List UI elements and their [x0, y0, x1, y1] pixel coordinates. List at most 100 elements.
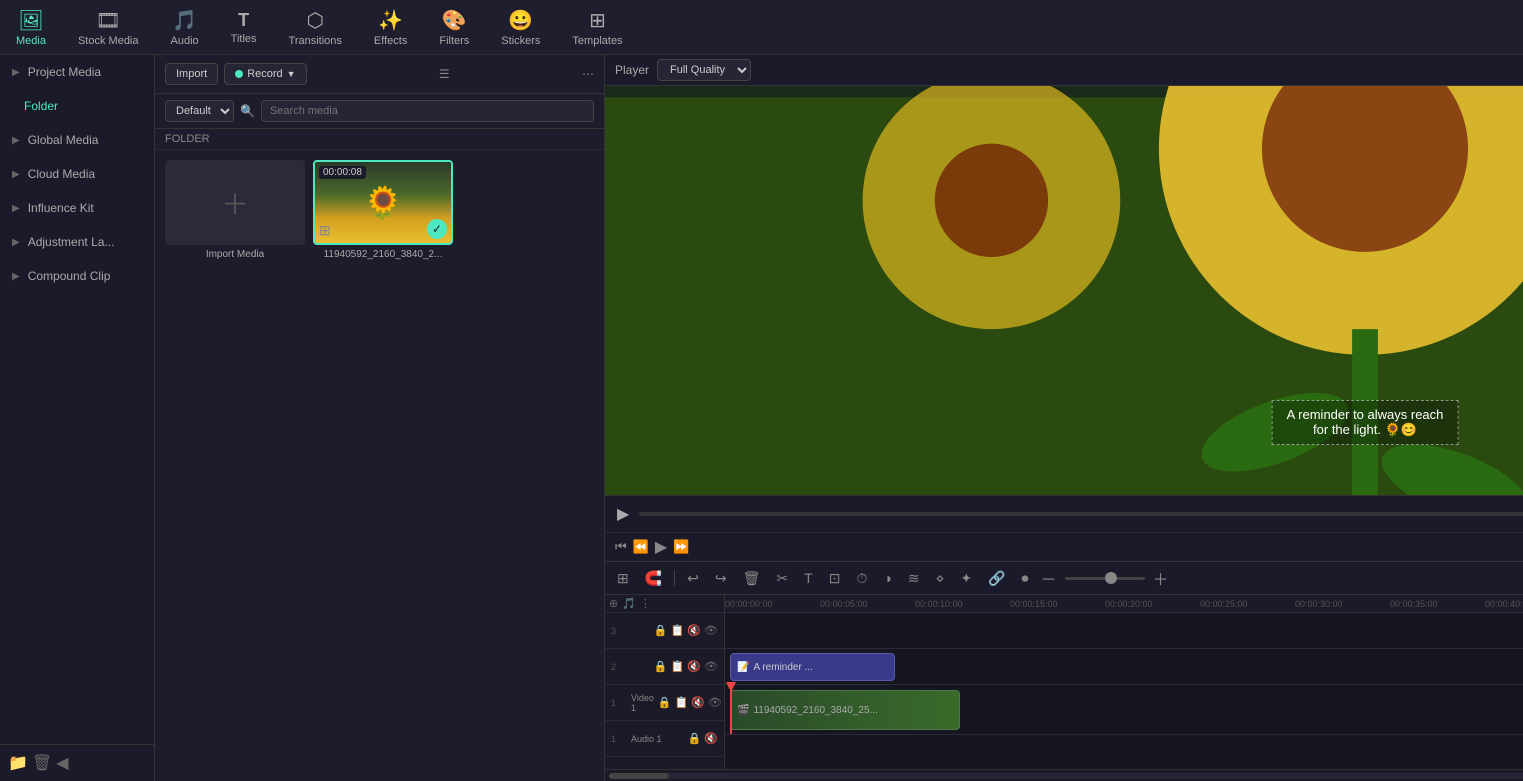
search-icon: 🔍 — [240, 104, 255, 118]
tl-kf-btn[interactable]: ⋄ — [932, 568, 949, 589]
import-media-item[interactable]: ＋ Import Media — [165, 160, 305, 260]
toolbar-stickers-label: Stickers — [501, 35, 540, 47]
track-row-audio1[interactable] — [725, 735, 1523, 769]
video-clip[interactable]: 🎬 11940592_2160_3840_25... — [730, 690, 960, 730]
play-btn2[interactable]: ▶ — [655, 537, 667, 557]
eye-icon-3[interactable]: 👁 — [704, 624, 718, 637]
sidebar-item-cloud-media[interactable]: ▶ Cloud Media — [0, 157, 154, 191]
effects-icon: ✨ — [378, 8, 403, 33]
video-media-item[interactable]: 🌻 00:00:08 ⊞ ✓ 11940592_2160_3840_2... — [313, 160, 453, 260]
options-icon[interactable]: ⋮ — [640, 597, 651, 610]
add-folder-icon[interactable]: 📁 — [8, 753, 28, 773]
import-media-thumb[interactable]: ＋ — [165, 160, 305, 245]
lock-icon-2[interactable]: 🔒 — [654, 660, 668, 673]
tl-delete-btn[interactable]: 🗑 — [739, 568, 765, 589]
copy-icon-1[interactable]: 📋 — [675, 696, 689, 709]
tl-ai-btn[interactable]: ✦ — [956, 568, 976, 589]
media-panel-header: Import Record ▼ ☰ ⋯ — [155, 55, 604, 94]
chevron-icon: ▶ — [12, 203, 20, 214]
add-track-icon[interactable]: ⊕ — [609, 597, 618, 610]
tl-record-btn[interactable]: ⏺ — [1018, 568, 1033, 589]
delete-folder-icon[interactable]: 🗑 — [32, 753, 52, 773]
main-area: ▶ Project Media Folder ▶ Global Media ▶ … — [0, 55, 1523, 781]
mute-icon-3[interactable]: 🔇 — [687, 624, 701, 637]
toolbar-audio[interactable]: 🎵 Audio — [163, 4, 207, 51]
tl-layout-btn[interactable]: ⊞ — [613, 568, 633, 589]
toolbar-effects-label: Effects — [374, 35, 407, 47]
folder-label: FOLDER — [155, 129, 604, 150]
timeline-scroll-thumb[interactable] — [609, 773, 669, 779]
sidebar-item-influence-kit[interactable]: ▶ Influence Kit — [0, 191, 154, 225]
collapse-icon[interactable]: ◀ — [56, 753, 68, 773]
copy-icon-2[interactable]: 📋 — [671, 660, 685, 673]
timeline-scroll-track[interactable] — [609, 773, 1523, 779]
mute-icon-1[interactable]: 🔇 — [691, 696, 705, 709]
progress-bar[interactable] — [639, 512, 1523, 516]
tl-redo-btn[interactable]: ↪ — [711, 568, 731, 589]
toolbar-filters[interactable]: 🎨 Filters — [431, 4, 477, 51]
media-icon: 🖼 — [18, 8, 43, 33]
record-button[interactable]: Record ▼ — [224, 63, 306, 85]
toolbar-stickers[interactable]: 😀 Stickers — [493, 4, 548, 51]
media-panel: Import Record ▼ ☰ ⋯ Default 🔍 FOLDER ＋ — [155, 55, 605, 781]
tl-mask-btn[interactable]: ◑ — [879, 568, 895, 588]
track-label-audio1: 1 Audio 1 🔒 🔇 — [605, 721, 724, 757]
toolbar-templates-label: Templates — [572, 35, 622, 47]
skip-back-btn[interactable]: ⏮ — [615, 539, 627, 555]
filter-icon[interactable]: ☰ — [439, 67, 450, 81]
mute-icon-a1[interactable]: 🔇 — [704, 732, 718, 745]
step-fwd-btn[interactable]: ⏩ — [673, 539, 689, 555]
tl-link-btn[interactable]: 🔗 — [984, 568, 1009, 589]
sidebar-item-global-media[interactable]: ▶ Global Media — [0, 123, 154, 157]
sidebar-item-project-media[interactable]: ▶ Project Media — [0, 55, 154, 89]
toolbar-effects[interactable]: ✨ Effects — [366, 4, 415, 51]
player-video: A reminder to always reachfor the light.… — [605, 86, 1523, 495]
timeline-toolbar: ⊞ 🧲 ↩ ↪ 🗑 ✂ T ⊡ ⏱ ◑ ≋ ⋄ ✦ 🔗 ⏺ － ＋ ⊞ — [605, 562, 1523, 595]
step-back-btn[interactable]: ⏪ — [633, 539, 649, 555]
duration-badge: 00:00:08 — [319, 166, 366, 179]
copy-icon-3[interactable]: 📋 — [671, 624, 685, 637]
toolbar-media[interactable]: 🖼 Media — [8, 4, 54, 51]
search-input[interactable] — [261, 100, 594, 122]
tl-zoom-slider[interactable] — [1065, 577, 1145, 580]
toolbar-stock-media[interactable]: 🎞 Stock Media — [70, 4, 147, 51]
lock-icon-a1[interactable]: 🔒 — [688, 732, 702, 745]
video-media-thumb[interactable]: 🌻 00:00:08 ⊞ ✓ — [313, 160, 453, 245]
toolbar-titles[interactable]: T Titles — [223, 6, 265, 49]
import-media-label: Import Media — [206, 249, 264, 260]
tl-stab-btn[interactable]: ≋ — [904, 568, 924, 589]
tl-text-btn[interactable]: T — [800, 568, 817, 588]
record-dot — [235, 70, 243, 78]
transitions-icon: ⬡ — [306, 8, 323, 33]
tl-crop-btn[interactable]: ⊡ — [825, 568, 845, 589]
tl-speed-btn[interactable]: ⏱ — [852, 568, 871, 589]
mute-icon-2[interactable]: 🔇 — [687, 660, 701, 673]
play-btn[interactable]: ▶ — [615, 502, 631, 526]
lock-icon-1[interactable]: 🔒 — [658, 696, 672, 709]
grid-icon: ⊞ — [319, 222, 331, 239]
sidebar-item-compound-clip[interactable]: ▶ Compound Clip — [0, 259, 154, 293]
tl-cut-btn[interactable]: ✂ — [772, 568, 792, 589]
video-media-label: 11940592_2160_3840_2... — [324, 249, 443, 260]
track-row-3[interactable] — [725, 613, 1523, 649]
import-button[interactable]: Import — [165, 63, 218, 85]
eye-icon-2[interactable]: 👁 — [704, 660, 718, 673]
tl-undo-btn[interactable]: ↩ — [683, 568, 703, 589]
sidebar-item-adjustment[interactable]: ▶ Adjustment La... — [0, 225, 154, 259]
eye-icon-1[interactable]: 👁 — [708, 696, 722, 709]
track-row-2[interactable]: 📝 A reminder ... — [725, 649, 1523, 685]
toolbar-templates[interactable]: ⊞ Templates — [564, 4, 630, 51]
sort-dropdown[interactable]: Default — [165, 100, 234, 122]
add-audio-icon[interactable]: 🎵 — [622, 597, 636, 610]
sidebar-item-folder[interactable]: Folder — [0, 89, 154, 123]
quality-select[interactable]: Full Quality — [657, 59, 751, 81]
tl-magnet-btn[interactable]: 🧲 — [641, 568, 666, 589]
toolbar-transitions[interactable]: ⬡ Transitions — [281, 4, 350, 51]
lock-icon-3[interactable]: 🔒 — [654, 624, 668, 637]
timeline-scrollbar — [605, 769, 1523, 781]
timeline-body: ⊕ 🎵 ⋮ 3 🔒 📋 🔇 👁 2 — [605, 595, 1523, 769]
title-clip[interactable]: 📝 A reminder ... — [730, 653, 895, 681]
more-icon[interactable]: ⋯ — [582, 67, 594, 81]
track-label-3: 3 🔒 📋 🔇 👁 — [605, 613, 724, 649]
track-row-video1[interactable]: 🎬 11940592_2160_3840_25... — [725, 685, 1523, 735]
